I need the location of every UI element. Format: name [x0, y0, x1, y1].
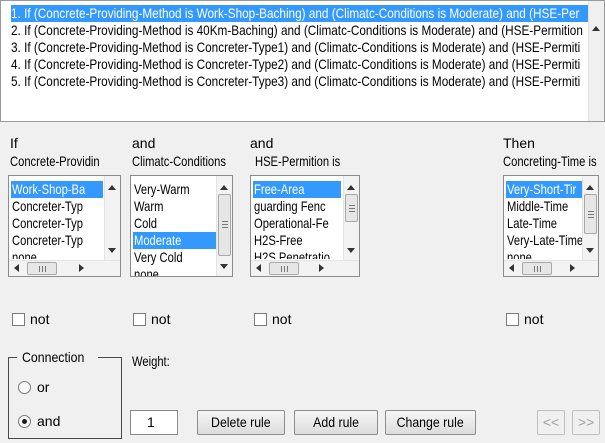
- list-item[interactable]: none: [133, 266, 217, 276]
- rule-item-text: 3. If (Concrete-Providing-Method is Conc…: [11, 39, 581, 55]
- climate-conditions-listbox[interactable]: Very-Warm Warm Cold Moderate Very Cold n…: [130, 175, 233, 277]
- climate-variable-label: Climatc-Conditions: [132, 153, 226, 169]
- list-item[interactable]: Concreter-Typ: [11, 215, 103, 232]
- hse-not-label: not: [272, 311, 292, 327]
- climate-keyword: and: [132, 135, 156, 151]
- list-item[interactable]: guarding Fenc: [253, 198, 341, 215]
- list-item[interactable]: Very-Short-Tir: [506, 181, 582, 198]
- add-rule-button[interactable]: Add rule: [294, 410, 378, 435]
- scroll-thumb[interactable]: [269, 262, 299, 275]
- rule-item-3[interactable]: 3. If (Concrete-Providing-Method is Conc…: [11, 39, 589, 56]
- vertical-scrollbar[interactable]: [582, 176, 598, 260]
- rule-item-4[interactable]: 4. If (Concrete-Providing-Method is Conc…: [11, 56, 589, 73]
- scroll-down-icon[interactable]: [108, 248, 116, 253]
- list-item[interactable]: Free-Area: [253, 181, 341, 198]
- or-radio[interactable]: [18, 381, 31, 394]
- rule-item-2[interactable]: 2. If (Concrete-Providing-Method is 40Km…: [11, 22, 589, 39]
- if-keyword: If: [10, 135, 18, 151]
- list-item[interactable]: H2S-Free: [253, 232, 341, 249]
- hse-not-checkbox[interactable]: [254, 313, 267, 326]
- vertical-scrollbar[interactable]: [343, 176, 359, 260]
- scroll-right-icon[interactable]: [570, 264, 575, 272]
- weight-label: Weight:: [132, 353, 170, 369]
- list-item[interactable]: Concreter-Typ: [11, 232, 103, 249]
- horizontal-scrollbar[interactable]: [504, 260, 598, 276]
- list-item[interactable]: Very Cold: [133, 249, 217, 266]
- rules-list[interactable]: 1. If (Concrete-Providing-Method is Work…: [0, 0, 605, 122]
- vertical-scrollbar[interactable]: [216, 176, 232, 276]
- list-item[interactable]: Late-Time: [506, 215, 582, 232]
- rule-item-5[interactable]: 5. If (Concrete-Providing-Method is Conc…: [11, 73, 589, 90]
- scroll-up-icon[interactable]: [220, 185, 228, 190]
- scroll-right-icon[interactable]: [319, 264, 324, 272]
- previous-button[interactable]: <<: [537, 410, 565, 435]
- delete-rule-button[interactable]: Delete rule: [197, 410, 285, 435]
- list-item[interactable]: Very-Late-Time: [506, 232, 582, 249]
- change-rule-button[interactable]: Change rule: [385, 410, 476, 435]
- then-not-label: not: [524, 311, 544, 327]
- if-variable-label: Concrete-Providin: [10, 153, 100, 169]
- scroll-left-icon[interactable]: [256, 264, 261, 272]
- scroll-left-icon[interactable]: [14, 264, 19, 272]
- rule-item-text: 5. If (Concrete-Providing-Method is Conc…: [11, 73, 581, 89]
- scroll-thumb[interactable]: [522, 262, 552, 275]
- if-not-checkbox[interactable]: [12, 313, 25, 326]
- scroll-up-icon[interactable]: [108, 185, 116, 190]
- climate-not-label: not: [151, 311, 171, 327]
- list-item[interactable]: Work-Shop-Ba: [11, 181, 103, 198]
- hse-permition-listbox[interactable]: Free-Area guarding Fenc Operational-Fe H…: [250, 175, 360, 277]
- scroll-thumb[interactable]: [218, 194, 231, 256]
- scroll-down-icon[interactable]: [220, 264, 228, 269]
- concreting-time-listbox[interactable]: Very-Short-Tir Middle-Time Late-Time Ver…: [503, 175, 599, 277]
- and-radio-label: and: [37, 413, 61, 429]
- rule-item-1[interactable]: 1. If (Concrete-Providing-Method is Work…: [11, 5, 589, 22]
- scroll-down-icon[interactable]: [586, 248, 594, 253]
- scroll-thumb[interactable]: [27, 262, 57, 275]
- then-variable-label: Concreting-Time is: [503, 153, 597, 169]
- rule-item-text: 1. If (Concrete-Providing-Method is Work…: [11, 5, 580, 21]
- horizontal-scrollbar[interactable]: [9, 260, 120, 276]
- rule-item-text: 4. If (Concrete-Providing-Method is Conc…: [11, 56, 581, 72]
- climate-not-checkbox[interactable]: [133, 313, 146, 326]
- next-button[interactable]: >>: [572, 410, 600, 435]
- then-keyword: Then: [503, 135, 535, 151]
- scroll-up-icon[interactable]: [586, 185, 594, 190]
- or-radio-label: or: [37, 379, 50, 395]
- vertical-scrollbar[interactable]: [104, 176, 120, 260]
- list-item[interactable]: Warm: [133, 198, 217, 215]
- list-item[interactable]: none: [506, 249, 582, 259]
- list-item[interactable]: Very-Warm: [133, 181, 217, 198]
- scroll-thumb[interactable]: [584, 194, 597, 234]
- list-item[interactable]: Cold: [133, 215, 217, 232]
- scroll-right-icon[interactable]: [79, 264, 84, 272]
- rule-item-text: 2. If (Concrete-Providing-Method is 40Km…: [11, 22, 583, 38]
- and-radio[interactable]: [18, 415, 31, 428]
- if-not-label: not: [30, 311, 50, 327]
- scroll-left-icon[interactable]: [509, 264, 514, 272]
- list-item[interactable]: none: [11, 249, 103, 259]
- scroll-thumb[interactable]: [345, 194, 358, 222]
- weight-input[interactable]: 1: [130, 410, 178, 435]
- hse-keyword: and: [250, 135, 274, 151]
- list-item[interactable]: Moderate: [133, 232, 217, 249]
- list-item[interactable]: Middle-Time: [506, 198, 582, 215]
- hse-variable-label: HSE-Permition is: [255, 153, 341, 169]
- connection-group: Connection or and: [8, 348, 122, 439]
- concrete-providing-listbox[interactable]: Work-Shop-Ba Concreter-Typ Concreter-Typ…: [8, 175, 121, 277]
- list-item[interactable]: Concreter-Typ: [11, 198, 103, 215]
- scroll-up-icon[interactable]: [347, 185, 355, 190]
- scroll-up-icon[interactable]: [592, 26, 600, 31]
- list-item[interactable]: Operational-Fe: [253, 215, 341, 232]
- then-not-checkbox[interactable]: [506, 313, 519, 326]
- connection-title: Connection: [17, 348, 98, 366]
- rules-vertical-scrollbar[interactable]: [588, 1, 604, 121]
- scroll-down-icon[interactable]: [347, 248, 355, 253]
- list-item[interactable]: H2S Penetratio: [253, 249, 341, 259]
- horizontal-scrollbar[interactable]: [251, 260, 359, 276]
